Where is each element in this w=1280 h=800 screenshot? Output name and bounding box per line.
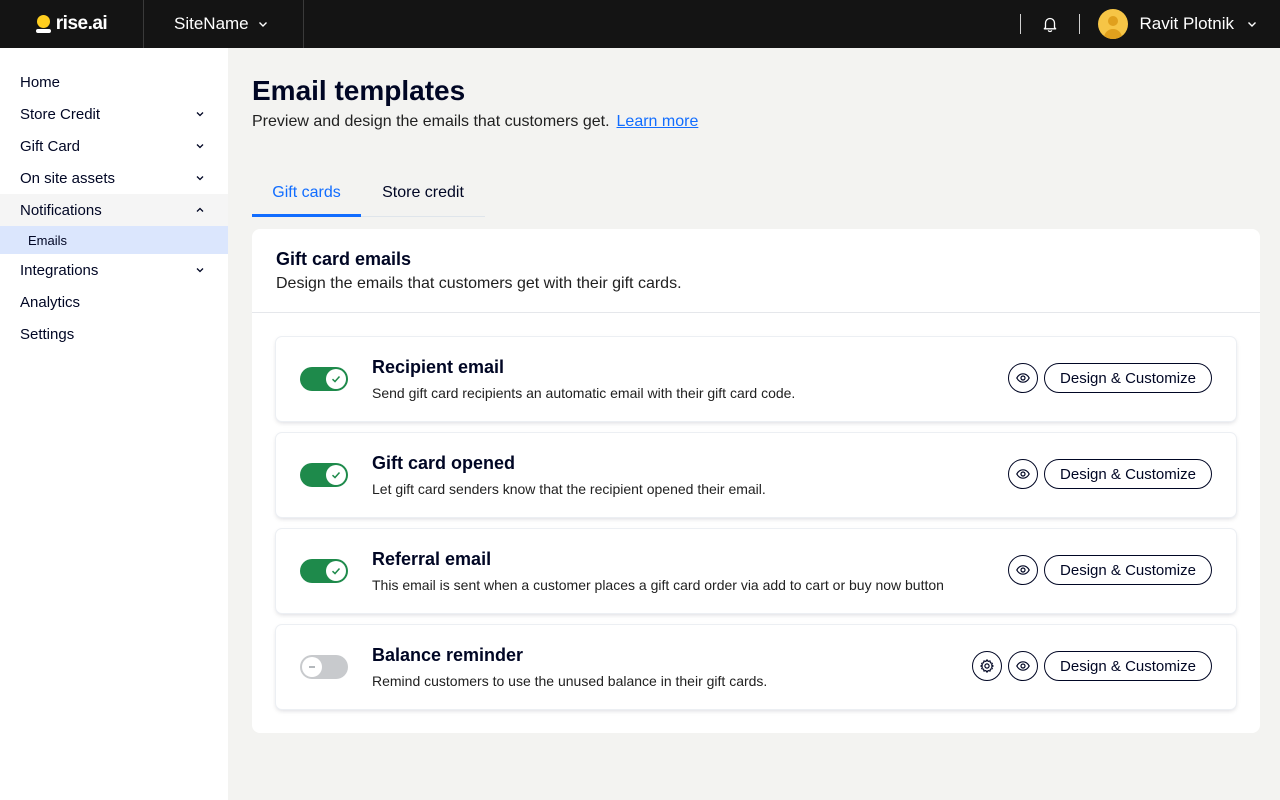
card-header: Gift card emails Design the emails that … bbox=[252, 229, 1260, 313]
tab-gift-cards[interactable]: Gift cards bbox=[252, 169, 361, 217]
sidebar-item-notifications[interactable]: Notifications bbox=[0, 194, 228, 226]
sidebar-item-label: Emails bbox=[28, 232, 68, 248]
sidebar-item-integrations[interactable]: Integrations bbox=[0, 254, 228, 286]
sidebar-item-on-site-assets[interactable]: On site assets bbox=[0, 162, 228, 194]
sidebar-item-label: Home bbox=[20, 73, 61, 91]
row-description: This email is sent when a customer place… bbox=[372, 577, 944, 593]
row-actions: Design & Customize bbox=[1008, 459, 1212, 489]
chevron-up-icon bbox=[196, 207, 204, 212]
row-text: Recipient email Send gift card recipient… bbox=[372, 357, 795, 401]
sidebar-item-label: Settings bbox=[20, 325, 75, 343]
toggle-knob bbox=[302, 657, 322, 677]
chevron-down-icon bbox=[196, 112, 204, 117]
sidebar-item-label: On site assets bbox=[20, 169, 116, 187]
card-subtitle: Design the emails that customers get wit… bbox=[276, 275, 682, 292]
gear-icon bbox=[980, 659, 994, 673]
page-subtitle: Preview and design the emails that custo… bbox=[252, 113, 1260, 131]
toggle-knob bbox=[326, 369, 346, 389]
balance-reminder-toggle[interactable] bbox=[300, 655, 348, 679]
logo-icon bbox=[35, 15, 52, 33]
row-title: Recipient email bbox=[372, 357, 505, 377]
referral-email-toggle[interactable] bbox=[300, 559, 348, 583]
page-subtitle-text: Preview and design the emails that custo… bbox=[252, 113, 610, 130]
sidebar-item-gift-card[interactable]: Gift Card bbox=[0, 130, 228, 162]
design-customize-button[interactable]: Design & Customize bbox=[1044, 555, 1212, 585]
eye-icon bbox=[1016, 469, 1030, 479]
learn-more-link[interactable]: Learn more bbox=[617, 113, 699, 131]
user-menu[interactable]: Ravit Plotnik bbox=[1080, 0, 1280, 48]
row-description: Let gift card senders know that the reci… bbox=[372, 481, 766, 497]
bell-icon bbox=[1043, 17, 1056, 33]
sidebar-item-label: Notifications bbox=[20, 201, 102, 219]
email-row-gift-card-opened: Gift card opened Let gift card senders k… bbox=[276, 433, 1236, 517]
row-actions: Design & Customize bbox=[972, 651, 1212, 681]
row-description: Remind customers to use the unused balan… bbox=[372, 673, 768, 689]
email-row-recipient: Recipient email Send gift card recipient… bbox=[276, 337, 1236, 421]
logo[interactable]: rise.ai bbox=[0, 0, 144, 48]
chevron-down-icon bbox=[258, 22, 267, 27]
chevron-down-icon bbox=[196, 268, 204, 273]
card-title: Gift card emails bbox=[276, 249, 412, 269]
settings-button[interactable] bbox=[972, 651, 1002, 681]
row-description: Send gift card recipients an automatic e… bbox=[372, 385, 796, 401]
sidebar-item-label: Gift Card bbox=[20, 137, 81, 155]
tab-store-credit[interactable]: Store credit bbox=[361, 169, 485, 217]
row-text: Referral email This email is sent when a… bbox=[372, 549, 944, 593]
preview-button[interactable] bbox=[1008, 363, 1038, 393]
gift-card-opened-toggle[interactable] bbox=[300, 463, 348, 487]
check-icon bbox=[331, 471, 341, 479]
eye-icon bbox=[1016, 373, 1030, 383]
design-customize-button[interactable]: Design & Customize bbox=[1044, 459, 1212, 489]
row-title: Balance reminder bbox=[372, 645, 524, 665]
row-actions: Design & Customize bbox=[1008, 363, 1212, 393]
chevron-down-icon bbox=[196, 144, 204, 149]
row-title: Referral email bbox=[372, 549, 492, 569]
sidebar: Home Store Credit Gift Card On site asse… bbox=[0, 48, 228, 800]
user-name: Ravit Plotnik bbox=[1139, 14, 1234, 33]
email-row-referral: Referral email This email is sent when a… bbox=[276, 529, 1236, 613]
sidebar-item-label: Store Credit bbox=[20, 105, 101, 123]
sidebar-item-settings[interactable]: Settings bbox=[0, 318, 228, 350]
page-title: Email templates bbox=[252, 75, 466, 106]
email-list: Recipient email Send gift card recipient… bbox=[252, 313, 1260, 709]
check-icon bbox=[331, 567, 341, 575]
design-customize-button[interactable]: Design & Customize bbox=[1044, 651, 1212, 681]
preview-button[interactable] bbox=[1008, 555, 1038, 585]
sidebar-item-home[interactable]: Home bbox=[0, 66, 228, 98]
gift-card-emails-card: Gift card emails Design the emails that … bbox=[252, 229, 1260, 733]
sidebar-item-analytics[interactable]: Analytics bbox=[0, 286, 228, 318]
row-title: Gift card opened bbox=[372, 453, 516, 473]
row-text: Balance reminder Remind customers to use… bbox=[372, 645, 767, 689]
logo-text: rise.ai bbox=[55, 13, 108, 34]
check-icon bbox=[331, 375, 341, 383]
topbar-right: Ravit Plotnik bbox=[1019, 0, 1280, 48]
sidebar-item-emails[interactable]: Emails bbox=[0, 226, 228, 254]
sidebar-item-label: Integrations bbox=[20, 261, 99, 279]
chevron-down-icon bbox=[1248, 22, 1256, 27]
toggle-knob bbox=[326, 561, 346, 581]
design-customize-button[interactable]: Design & Customize bbox=[1044, 363, 1212, 393]
row-actions: Design & Customize bbox=[1008, 555, 1212, 585]
email-row-balance-reminder: Balance reminder Remind customers to use… bbox=[276, 625, 1236, 709]
site-name: SiteName bbox=[174, 14, 249, 33]
sidebar-item-store-credit[interactable]: Store Credit bbox=[0, 98, 228, 130]
preview-button[interactable] bbox=[1008, 459, 1038, 489]
toggle-knob bbox=[326, 465, 346, 485]
top-bar: rise.ai SiteName Ravit Plotnik bbox=[0, 0, 1280, 48]
recipient-email-toggle[interactable] bbox=[300, 367, 348, 391]
main-content: Email templates Preview and design the e… bbox=[252, 48, 1260, 733]
row-text: Gift card opened Let gift card senders k… bbox=[372, 453, 766, 497]
preview-button[interactable] bbox=[1008, 651, 1038, 681]
chevron-down-icon bbox=[196, 176, 204, 181]
notifications-button[interactable] bbox=[1021, 0, 1079, 48]
sidebar-item-label: Analytics bbox=[20, 293, 81, 311]
avatar bbox=[1097, 9, 1128, 39]
tabs: Gift cards Store credit bbox=[252, 169, 485, 217]
eye-icon bbox=[1016, 661, 1030, 671]
site-selector[interactable]: SiteName bbox=[144, 0, 304, 48]
minus-icon bbox=[309, 666, 315, 668]
eye-icon bbox=[1016, 565, 1030, 575]
